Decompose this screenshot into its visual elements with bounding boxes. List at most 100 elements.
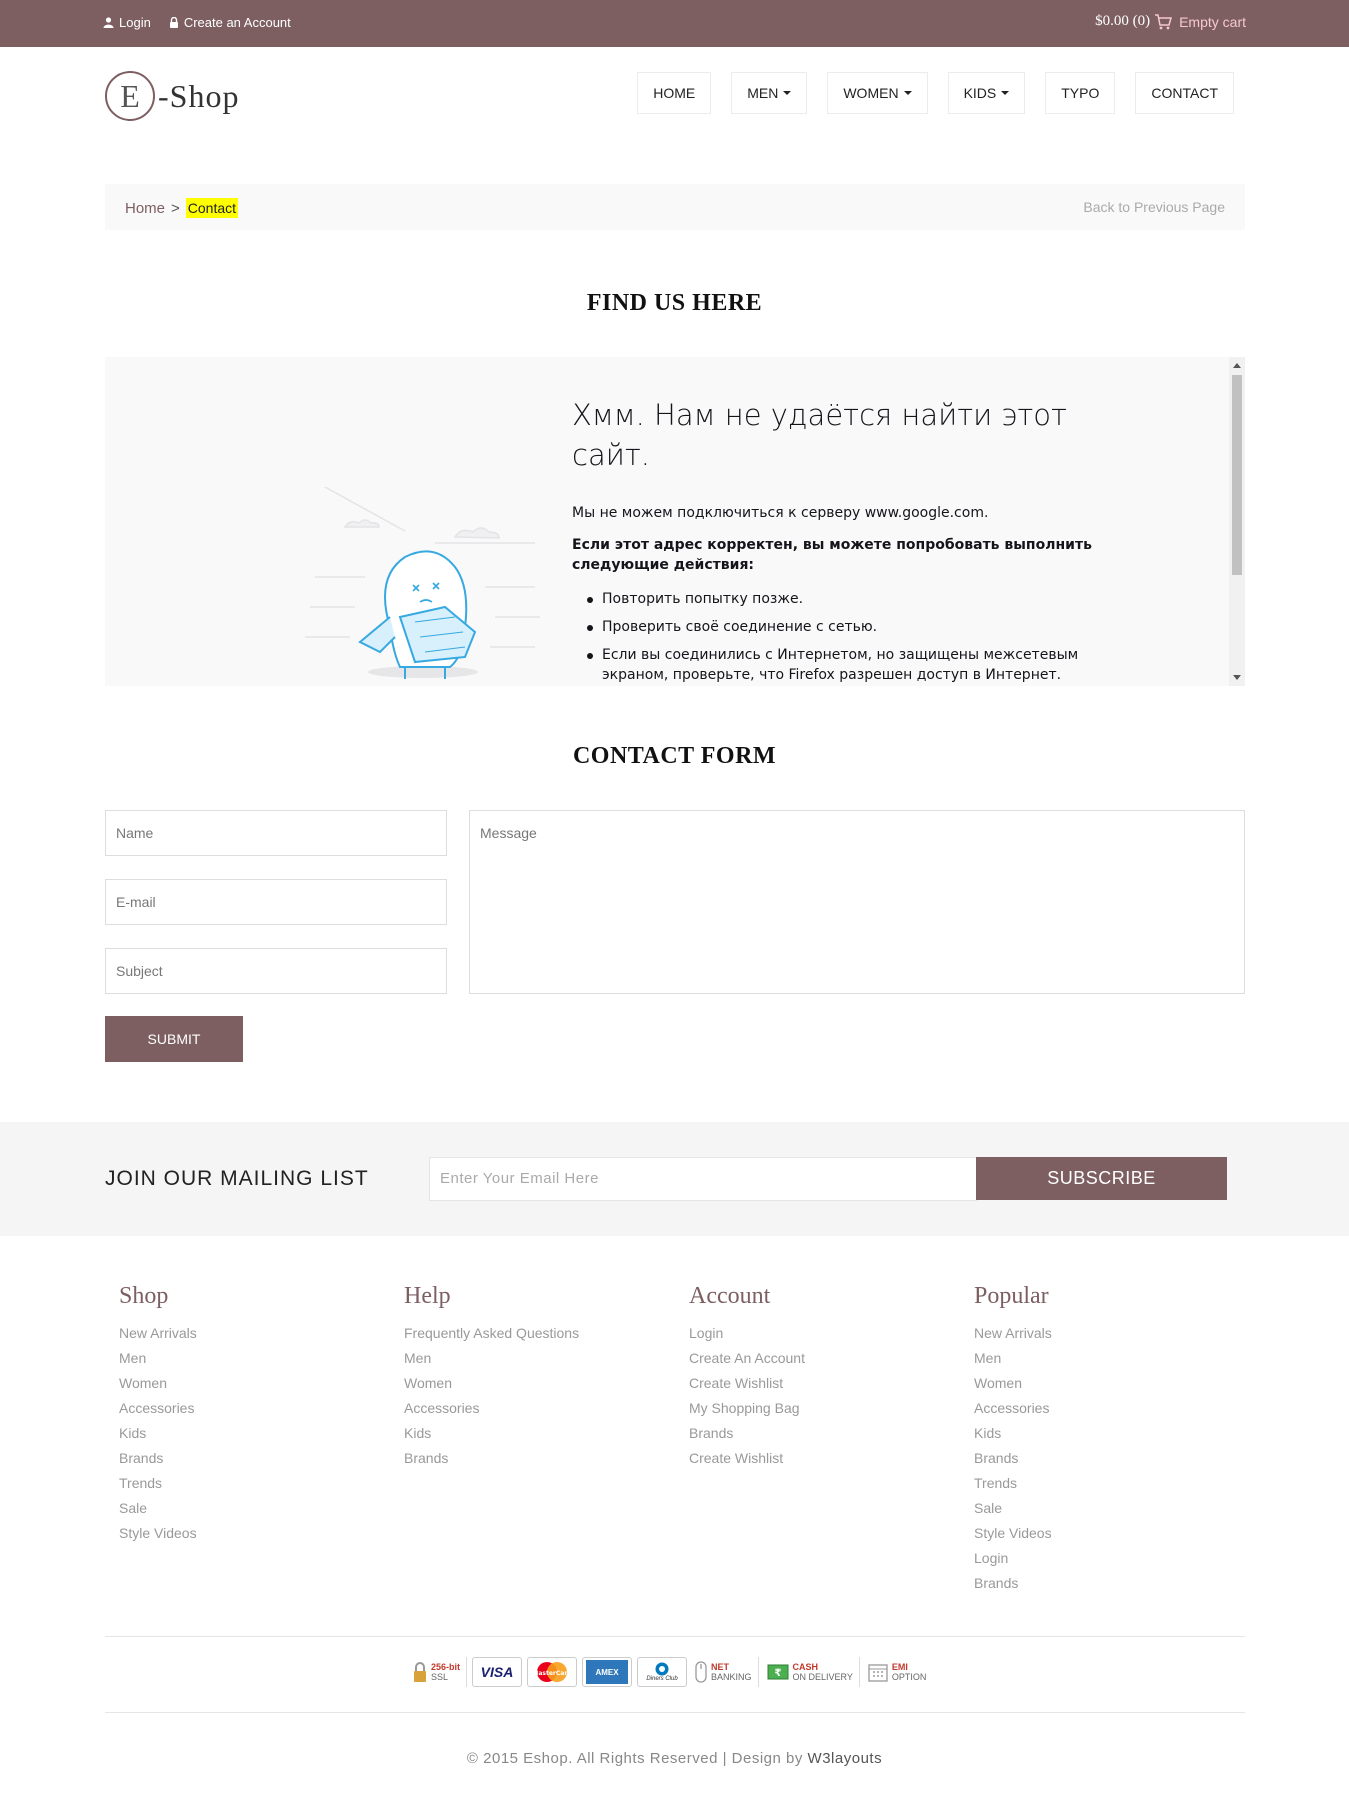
footer-link[interactable]: Brands xyxy=(974,1571,1052,1596)
footer-link[interactable]: Sale xyxy=(974,1496,1052,1521)
footer-column-help: Help Frequently Asked Questions Men Wome… xyxy=(404,1283,579,1471)
cash-on-delivery-badge: ₹ CASH ON DELIVERY xyxy=(764,1657,860,1687)
submit-button[interactable]: SUBMIT xyxy=(105,1016,243,1062)
footer-link[interactable]: Men xyxy=(119,1346,197,1371)
visa-icon: VISA xyxy=(472,1657,523,1687)
footer-link[interactable]: Trends xyxy=(974,1471,1052,1496)
footer-link[interactable]: Frequently Asked Questions xyxy=(404,1321,579,1346)
logo[interactable]: E -Shop xyxy=(105,71,239,121)
amex-label: AMEX xyxy=(586,1660,629,1684)
footer-link[interactable]: Style Videos xyxy=(974,1521,1052,1546)
newsletter-section: JOIN OUR MAILING LIST Enter Your Email H… xyxy=(0,1122,1349,1236)
lock-icon xyxy=(169,17,178,28)
nav-home[interactable]: HOME xyxy=(637,72,712,114)
diners-label: Diners Club xyxy=(646,1676,678,1682)
cart-total: $0.00 (0) xyxy=(1095,13,1151,29)
copyright: © 2015 Eshop. All Rights Reserved | Desi… xyxy=(0,1750,1349,1767)
footer-link[interactable]: Men xyxy=(974,1346,1052,1371)
newsletter-email-input[interactable]: Enter Your Email Here xyxy=(429,1157,977,1201)
error-illustration xyxy=(305,487,540,679)
subscribe-button[interactable]: SUBSCRIBE xyxy=(976,1157,1227,1200)
footer-link[interactable]: Brands xyxy=(689,1421,805,1446)
nav-men[interactable]: MEN xyxy=(731,72,808,114)
footer-link[interactable]: Brands xyxy=(974,1446,1052,1471)
footer-link[interactable]: Style Videos xyxy=(119,1521,197,1546)
list-item: Повторить попытку позже. xyxy=(572,589,1092,609)
footer-divider xyxy=(105,1712,1245,1713)
footer-link[interactable]: Men xyxy=(404,1346,579,1371)
footer-link[interactable]: Brands xyxy=(119,1446,197,1471)
mastercard-icon: MasterCard xyxy=(527,1657,578,1687)
footer-divider xyxy=(105,1636,1245,1637)
footer-link[interactable]: Women xyxy=(404,1371,579,1396)
svg-text:₹: ₹ xyxy=(774,1668,781,1679)
message-textarea[interactable]: Message xyxy=(469,810,1245,994)
footer-link[interactable]: Accessories xyxy=(404,1396,579,1421)
breadcrumb-trail: Home > Contact xyxy=(125,198,239,218)
logo-text: -Shop xyxy=(158,77,240,114)
net-label: NET xyxy=(711,1662,730,1672)
create-account-link[interactable]: Create an Account xyxy=(169,15,291,30)
footer-link[interactable]: Sale xyxy=(119,1496,197,1521)
footer-column-title: Account xyxy=(689,1283,771,1309)
footer-link[interactable]: Accessories xyxy=(974,1396,1052,1421)
back-to-previous-link[interactable]: Back to Previous Page xyxy=(1083,199,1225,215)
scroll-up-icon[interactable] xyxy=(1233,363,1241,368)
error-title: Хмм. Нам не удаётся найти этот сайт. xyxy=(572,398,1067,472)
nav-kids[interactable]: KIDS xyxy=(947,72,1026,114)
designer-link[interactable]: W3layouts xyxy=(808,1750,883,1767)
ssl-label: 256-bit xyxy=(431,1662,461,1672)
map-scrollbar[interactable] xyxy=(1229,357,1245,686)
nav-kids-label: KIDS xyxy=(963,85,997,101)
amex-icon: AMEX xyxy=(582,1657,633,1687)
cart-summary: $0.00 (0) Empty cart xyxy=(1095,13,1246,30)
footer-link[interactable]: Kids xyxy=(974,1421,1052,1446)
subject-input[interactable]: Subject xyxy=(105,948,447,994)
footer-link[interactable]: Women xyxy=(119,1371,197,1396)
footer-link[interactable]: Trends xyxy=(119,1471,197,1496)
footer-link[interactable]: Create Wishlist xyxy=(689,1446,805,1471)
list-item: Если вы соединились с Интернетом, но защ… xyxy=(572,645,1092,685)
nav-contact-label: CONTACT xyxy=(1151,85,1218,101)
error-suggestion-heading: Если этот адрес корректен, вы можете поп… xyxy=(572,537,1092,573)
footer-link[interactable]: Kids xyxy=(404,1421,579,1446)
footer-link-list: Frequently Asked Questions Men Women Acc… xyxy=(404,1321,579,1471)
footer-link[interactable]: Create Wishlist xyxy=(689,1371,805,1396)
footer-column-popular: Popular New Arrivals Men Women Accessori… xyxy=(974,1283,1052,1596)
nav-contact[interactable]: CONTACT xyxy=(1135,72,1234,114)
scroll-down-icon[interactable] xyxy=(1233,675,1241,680)
footer-column-account: Account Login Create An Account Create W… xyxy=(689,1283,805,1471)
footer-link-list: New Arrivals Men Women Accessories Kids … xyxy=(974,1321,1052,1596)
footer-link[interactable]: My Shopping Bag xyxy=(689,1396,805,1421)
footer-link[interactable]: Login xyxy=(689,1321,805,1346)
login-link[interactable]: Login xyxy=(103,15,151,30)
footer-link[interactable]: New Arrivals xyxy=(974,1321,1052,1346)
mastercard-label: MasterCard xyxy=(532,1670,571,1677)
footer-link[interactable]: Login xyxy=(974,1546,1052,1571)
footer-link[interactable]: Accessories xyxy=(119,1396,197,1421)
breadcrumb-current: Contact xyxy=(185,198,239,218)
cart-icon xyxy=(1155,13,1173,29)
name-input[interactable]: Name xyxy=(105,810,447,856)
emi-sub-label: OPTION xyxy=(891,1672,927,1682)
net-banking-badge: NET BANKING xyxy=(692,1657,759,1687)
footer-link[interactable]: Kids xyxy=(119,1421,197,1446)
user-icon xyxy=(103,17,114,28)
map-embed[interactable]: Хмм. Нам не удаётся найти этот сайт. Мы … xyxy=(105,357,1245,686)
diners-club-icon: Diners Club xyxy=(637,1657,688,1687)
nav-women[interactable]: WOMEN xyxy=(827,72,928,114)
footer-column-title: Help xyxy=(404,1283,451,1309)
caret-down-icon xyxy=(903,91,912,95)
cash-icon: ₹ xyxy=(767,1664,789,1680)
footer-link[interactable]: New Arrivals xyxy=(119,1321,197,1346)
empty-cart-link[interactable]: Empty cart xyxy=(1154,14,1246,30)
nav-women-label: WOMEN xyxy=(843,85,899,101)
scrollbar-thumb[interactable] xyxy=(1232,375,1242,575)
footer-link[interactable]: Create An Account xyxy=(689,1346,805,1371)
footer-link[interactable]: Brands xyxy=(404,1446,579,1471)
nav-typo[interactable]: TYPO xyxy=(1045,72,1116,114)
breadcrumb-home[interactable]: Home xyxy=(125,200,165,217)
email-input[interactable]: E-mail xyxy=(105,879,447,925)
nav-men-label: MEN xyxy=(747,85,779,101)
footer-link[interactable]: Women xyxy=(974,1371,1052,1396)
